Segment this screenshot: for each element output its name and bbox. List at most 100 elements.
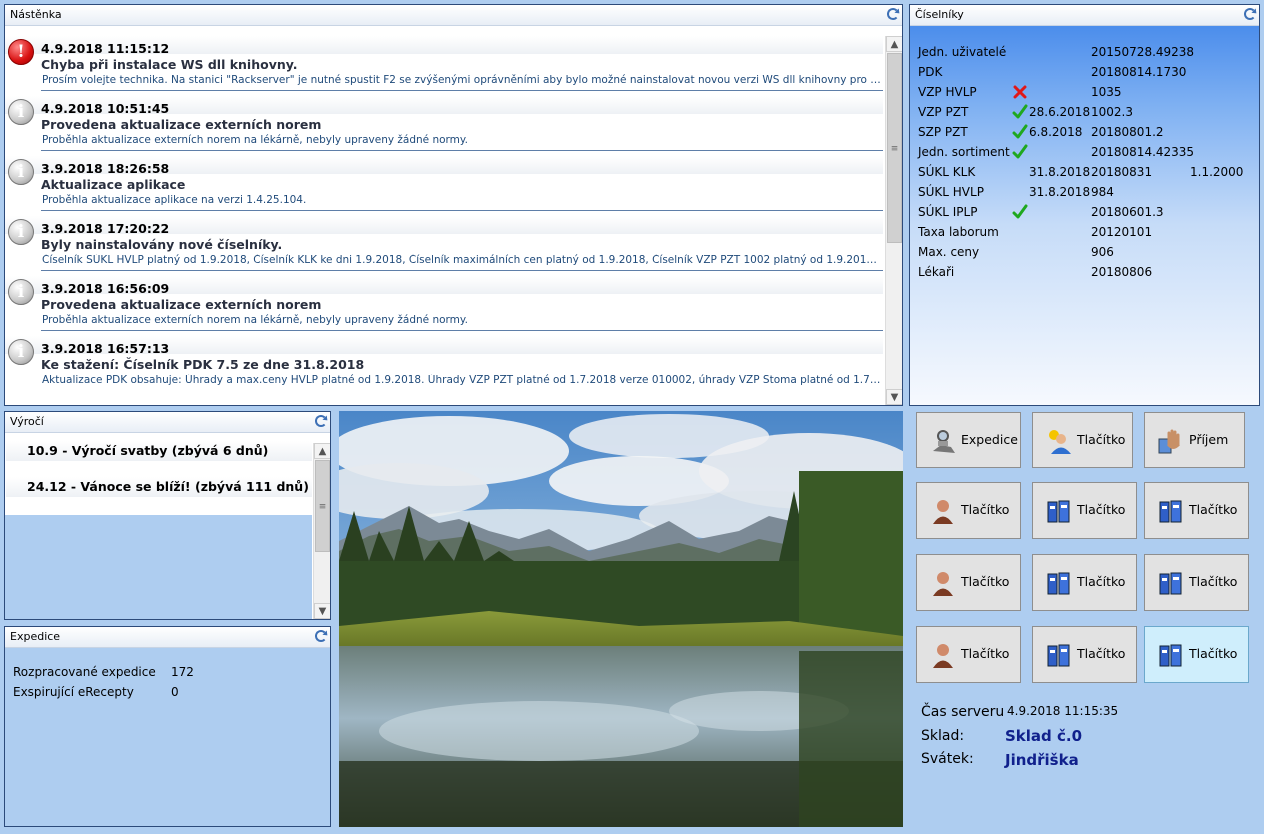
vyroci-title-text: Výročí — [10, 415, 44, 428]
tile-button-6[interactable]: Tlačítko — [1144, 482, 1249, 539]
person-icon — [929, 641, 957, 669]
landscape-image — [339, 411, 903, 827]
tile-button-7[interactable]: Tlačítko — [916, 554, 1021, 611]
refresh-icon[interactable] — [887, 8, 899, 20]
ciselnik-version: 1002.3 — [1091, 105, 1133, 119]
news-desc: Prosím volejte technika. Na stanici "Rac… — [42, 74, 882, 86]
vyroci-title: Výročí — [5, 412, 330, 433]
ciselnik-name: Jedn. sortiment — [918, 145, 1010, 159]
ciselnik-name: VZP HVLP — [918, 85, 977, 99]
news-list[interactable]: ! 4.9.2018 11:15:12 Chyba při instalace … — [5, 36, 885, 398]
tile-button-label: Tlačítko — [1077, 432, 1126, 447]
news-item[interactable]: i 3.9.2018 16:57:13 Ke stažení: Číselník… — [5, 336, 885, 396]
ciselnik-row: Taxa laborum 20120101 — [918, 222, 1258, 242]
nastenka-scrollbar[interactable]: ▲ ≡ ▼ — [885, 36, 902, 405]
ciselnik-version: 20180806 — [1091, 265, 1153, 279]
ciselnik-row: SÚKL HVLP 31.8.2018 984 — [918, 182, 1258, 202]
tile-button-11[interactable]: Tlačítko — [1032, 626, 1137, 683]
ciselnik-name: Jedn. uživatelé — [918, 45, 1007, 59]
ciselnik-row: Max. ceny 906 — [918, 242, 1258, 262]
news-item[interactable]: i 3.9.2018 17:20:22 Byly nainstalovány n… — [5, 216, 885, 276]
tile-button-8[interactable]: Tlačítko — [1032, 554, 1137, 611]
vyroci-scrollbar[interactable]: ▲ ≡ ▼ — [313, 443, 330, 619]
scroll-down-icon[interactable]: ▼ — [314, 603, 330, 619]
info-icon: i — [8, 159, 34, 185]
ciselnik-name: SZP PZT — [918, 125, 968, 139]
news-desc: Číselník SÚKL HVLP platný od 1.9.2018, Č… — [42, 254, 882, 266]
expedice-row-value: 172 — [171, 665, 194, 679]
news-separator — [41, 270, 883, 271]
tile-button-9[interactable]: Tlačítko — [1144, 554, 1249, 611]
ciselnik-row: Jedn. uživatelé 20150728.49238 — [918, 42, 1258, 62]
nastenka-title-text: Nástěnka — [10, 8, 62, 21]
vyroci-item-label: 24.12 - Vánoce se blíží! (zbývá 111 dnů) — [27, 479, 309, 494]
ciselnik-row: PDK 20180814.1730 — [918, 62, 1258, 82]
tile-button-10[interactable]: Tlačítko — [916, 626, 1021, 683]
ciselnik-version: 20120101 — [1091, 225, 1153, 239]
news-title: Provedena aktualizace externích norem — [41, 297, 322, 312]
ciselnik-version: 1035 — [1091, 85, 1122, 99]
ciselniky-title: Číselníky — [910, 5, 1259, 26]
ciselnik-version: 20180801.2 — [1091, 125, 1164, 139]
ciselnik-name: SÚKL KLK — [918, 165, 976, 179]
person-icon — [929, 569, 957, 597]
scroll-up-icon[interactable]: ▲ — [886, 36, 902, 52]
tile-button-label: Tlačítko — [961, 646, 1010, 661]
expedice-icon — [929, 427, 957, 455]
ciselnik-name: SÚKL HVLP — [918, 185, 984, 199]
user-sun-icon — [1045, 427, 1073, 455]
news-date: 4.9.2018 10:51:45 — [41, 101, 170, 116]
ciselnik-date: 31.8.2018 — [1029, 185, 1091, 199]
sklad-value: Sklad č.0 — [1005, 727, 1083, 745]
vyroci-item-label: 10.9 - Výročí svatby (zbývá 6 dnů) — [27, 443, 269, 458]
scroll-thumb[interactable]: ≡ — [315, 460, 330, 552]
info-icon: i — [8, 279, 34, 305]
vyroci-empty-area — [5, 515, 312, 619]
refresh-icon[interactable] — [1244, 8, 1256, 20]
scroll-up-icon[interactable]: ▲ — [314, 443, 330, 459]
ciselniky-panel: Číselníky Jedn. uživatelé 20150728.49238 P… — [909, 4, 1260, 406]
svatek-value: Jindřiška — [1005, 751, 1079, 769]
ciselnik-version: 984 — [1091, 185, 1114, 199]
nastenka-panel: Nástěnka ! 4.9.2018 11:15:12 Chyba při i… — [4, 4, 903, 406]
tile-button-5[interactable]: Tlačítko — [1032, 482, 1137, 539]
ciselnik-extra: 1.1.2000 — [1190, 165, 1244, 179]
info-icon: i — [8, 99, 34, 125]
tile-button-label: Tlačítko — [1077, 502, 1126, 517]
news-title: Chyba při instalace WS dll knihovny. — [41, 57, 298, 72]
tile-button-2[interactable]: Tlačítko — [1032, 412, 1133, 468]
list-item[interactable]: 10.9 - Výročí svatby (zbývá 6 dnů) — [6, 441, 312, 461]
news-title: Byly nainstalovány nové číselníky. — [41, 237, 283, 252]
news-date: 4.9.2018 11:15:12 — [41, 41, 170, 56]
tile-button-1[interactable]: Expedice — [916, 412, 1021, 468]
ciselniky-title-text: Číselníky — [915, 8, 964, 21]
scroll-down-icon[interactable]: ▼ — [886, 389, 902, 405]
news-item[interactable]: i 4.9.2018 10:51:45 Provedena aktualizac… — [5, 96, 885, 156]
ciselnik-version: 906 — [1091, 245, 1114, 259]
ciselnik-row: Jedn. sortiment 20180814.42335 — [918, 142, 1258, 162]
ciselnik-name: Max. ceny — [918, 245, 980, 259]
ciselnik-row: SÚKL KLK 31.8.2018 20180831 1.1.2000 — [918, 162, 1258, 182]
news-desc: Aktualizace PDK obsahuje: Úhrady a max.c… — [42, 374, 882, 386]
tile-button-4[interactable]: Tlačítko — [916, 482, 1021, 539]
news-item[interactable]: i 3.9.2018 16:56:09 Provedena aktualizac… — [5, 276, 885, 336]
expedice-row-label: Rozpracované expedice — [13, 665, 156, 679]
scroll-thumb[interactable]: ≡ — [887, 53, 902, 243]
tile-button-12[interactable]: Tlačítko — [1144, 626, 1249, 683]
expedice-row-value: 0 — [171, 685, 179, 699]
news-item[interactable]: i 3.9.2018 18:26:58 Aktualizace aplikace… — [5, 156, 885, 216]
binders-icon — [1045, 569, 1073, 597]
news-separator — [41, 330, 883, 331]
expedice-row-label: Exspirující eRecepty — [13, 685, 134, 699]
expedice-title: Expedice — [5, 627, 330, 648]
refresh-icon[interactable] — [315, 415, 327, 427]
ciselnik-name: SÚKL IPLP — [918, 205, 978, 219]
tile-button-3[interactable]: Příjem — [1144, 412, 1245, 468]
news-title: Aktualizace aplikace — [41, 177, 186, 192]
list-item[interactable]: 24.12 - Vánoce se blíží! (zbývá 111 dnů) — [6, 477, 312, 497]
hand-icon — [1157, 427, 1185, 455]
news-item[interactable]: ! 4.9.2018 11:15:12 Chyba při instalace … — [5, 36, 885, 96]
cross-icon — [1012, 84, 1028, 100]
refresh-icon[interactable] — [315, 630, 327, 642]
tile-button-label: Tlačítko — [1077, 574, 1126, 589]
